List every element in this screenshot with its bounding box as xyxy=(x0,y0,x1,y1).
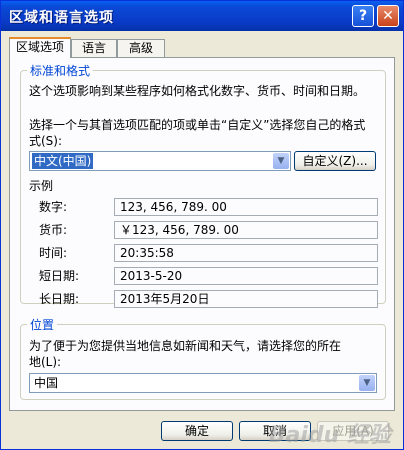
sample-label-number: 数字: xyxy=(39,200,68,214)
sample-number-field: 123, 456, 789. 00 xyxy=(114,198,378,216)
location-select-value: 中国 xyxy=(34,376,59,390)
location-description-cont: 地(L): xyxy=(29,355,62,369)
sample-number-value: 123, 456, 789. 00 xyxy=(120,200,227,214)
sample-time-field: 20:35:58 xyxy=(114,244,378,262)
chevron-down-icon[interactable]: ▼ xyxy=(359,375,375,391)
sample-long-date-value: 2013年5月20日 xyxy=(120,292,210,306)
sample-label-time: 时间: xyxy=(39,246,68,260)
window-title: 区域和语言选项 xyxy=(9,10,114,26)
standards-description: 这个选项影响到某些程序如何格式化数字、货币、时间和日期。 xyxy=(29,84,366,98)
standards-group: 标准和格式 这个选项影响到某些程序如何格式化数字、货币、时间和日期。 选择一个与… xyxy=(20,62,386,308)
watermark: Baidu 经验 xyxy=(268,423,391,448)
sample-label-long-date: 长日期: xyxy=(39,292,80,306)
close-icon: ✕ xyxy=(382,8,394,24)
location-legend: 位置 xyxy=(27,316,58,333)
location-select[interactable]: 中国 ▼ xyxy=(29,373,377,393)
tab-regional-options[interactable]: 区域选项 xyxy=(9,37,71,58)
sample-label-short-date: 短日期: xyxy=(39,269,80,283)
sample-long-date-field: 2013年5月20日 xyxy=(114,290,378,308)
sample-label-currency: 货币: xyxy=(39,223,68,237)
sample-short-date-value: 2013-5-20 xyxy=(120,269,183,283)
ok-button[interactable]: 确定 xyxy=(161,421,233,441)
customize-button[interactable]: 自定义(Z)... xyxy=(294,151,376,171)
tab-label: 高级 xyxy=(128,41,153,55)
tab-advanced[interactable]: 高级 xyxy=(117,39,165,57)
tab-label: 语言 xyxy=(81,41,106,55)
select-prompt-cont: 式(S): xyxy=(29,134,63,148)
select-prompt: 选择一个与其首选项匹配的项或单击“自定义”选择您自己的格式 xyxy=(29,118,366,132)
format-select[interactable]: 中文(中国) ▼ xyxy=(29,151,291,171)
customize-label: 自定义(Z)... xyxy=(302,154,368,168)
location-group: 位置 为了便于为您提供当地信息如新闻和天气，请选择您的所在 地(L): 中国 ▼ xyxy=(20,316,386,400)
tab-panel: 标准和格式 这个选项影响到某些程序如何格式化数字、货币、时间和日期。 选择一个与… xyxy=(9,57,395,411)
sample-currency-value: ￥123, 456, 789. 00 xyxy=(120,223,239,237)
help-button[interactable]: ? xyxy=(352,5,374,27)
close-button[interactable]: ✕ xyxy=(377,5,399,27)
sample-short-date-field: 2013-5-20 xyxy=(114,267,378,285)
sample-time-value: 20:35:58 xyxy=(120,246,174,260)
sample-currency-field: ￥123, 456, 789. 00 xyxy=(114,221,378,239)
dialog-window: 区域和语言选项 ? ✕ 区域选项 语言 高级 标准和格式 这个选项影响到某些程序… xyxy=(0,0,404,450)
tab-label: 区域选项 xyxy=(15,40,64,54)
location-description: 为了便于为您提供当地信息如新闻和天气，请选择您的所在 xyxy=(29,339,342,353)
standards-legend: 标准和格式 xyxy=(27,62,94,79)
ok-label: 确定 xyxy=(184,424,209,438)
samples-heading: 示例 xyxy=(29,179,54,193)
tab-languages[interactable]: 语言 xyxy=(71,39,117,57)
format-select-value: 中文(中国) xyxy=(32,153,94,169)
help-icon: ? xyxy=(358,8,368,24)
chevron-down-icon[interactable]: ▼ xyxy=(273,153,289,169)
title-bar[interactable]: 区域和语言选项 ? ✕ xyxy=(1,1,403,31)
